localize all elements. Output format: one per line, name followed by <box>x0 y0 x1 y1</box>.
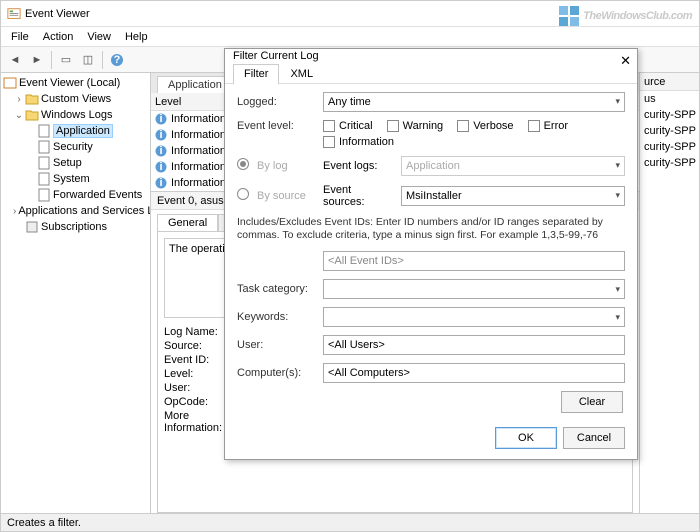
tree-log-setup[interactable]: Setup <box>3 155 148 171</box>
close-icon[interactable]: ✕ <box>620 53 631 69</box>
checkbox-icon <box>323 120 335 132</box>
clear-button[interactable]: Clear <box>561 391 623 413</box>
tab-xml[interactable]: XML <box>279 64 324 83</box>
svg-text:i: i <box>159 145 162 157</box>
chevron-down-icon: ▾ <box>615 160 620 171</box>
info-icon: i <box>155 177 167 189</box>
keywords-combo[interactable]: ▾ <box>323 307 625 327</box>
titlebar: Event Viewer <box>1 1 699 27</box>
info-icon: i <box>155 145 167 157</box>
tree-subscriptions[interactable]: Subscriptions <box>3 219 148 235</box>
collapse-icon[interactable]: ⌄ <box>13 110 25 121</box>
label-task-category: Task category: <box>237 283 317 295</box>
chevron-down-icon: ▾ <box>615 284 620 295</box>
svg-text:i: i <box>159 161 162 173</box>
radio-by-source[interactable] <box>237 188 249 200</box>
label-user: User: <box>237 339 317 351</box>
dialog-titlebar: Filter Current Log ✕ <box>225 49 637 64</box>
event-ids-input[interactable]: <All Event IDs> <box>323 251 625 271</box>
svg-text:i: i <box>159 113 162 125</box>
radio-by-log[interactable] <box>237 158 249 170</box>
menu-action[interactable]: Action <box>37 29 80 45</box>
tree-pane: Event Viewer (Local) ›Custom Views ⌄Wind… <box>1 73 151 513</box>
label-computers: Computer(s): <box>237 367 317 379</box>
app-icon <box>7 7 21 21</box>
actions-item[interactable]: curity-SPP <box>640 107 699 123</box>
back-button[interactable]: ◄ <box>5 50 25 70</box>
event-level-checks: Critical Warning Verbose Error Informati… <box>323 120 625 148</box>
svg-text:i: i <box>159 177 162 189</box>
check-verbose[interactable]: Verbose <box>457 120 513 132</box>
checkbox-icon <box>387 120 399 132</box>
check-error[interactable]: Error <box>528 120 568 132</box>
label-event-logs: Event logs: <box>323 160 395 172</box>
menu-file[interactable]: File <box>5 29 35 45</box>
label-keywords: Keywords: <box>237 311 317 323</box>
tree-windows-logs[interactable]: ⌄Windows Logs <box>3 107 148 123</box>
info-icon: i <box>155 129 167 141</box>
expand-icon[interactable]: › <box>13 94 25 105</box>
chevron-down-icon: ▾ <box>615 312 620 323</box>
actions-item[interactable]: curity-SPP <box>640 155 699 171</box>
tree-custom-views[interactable]: ›Custom Views <box>3 91 148 107</box>
menu-view[interactable]: View <box>81 29 117 45</box>
show-hide-button[interactable]: ▭ <box>56 50 76 70</box>
dialog-title: Filter Current Log <box>233 50 319 62</box>
dialog-tabs: Filter XML <box>225 64 637 84</box>
actions-item[interactable]: us <box>640 91 699 107</box>
dialog-form: Logged: Any time▾ Event level: Critical … <box>225 84 637 421</box>
tree-log-system[interactable]: System <box>3 171 148 187</box>
chevron-down-icon: ▾ <box>615 190 620 201</box>
check-critical[interactable]: Critical <box>323 120 373 132</box>
separator <box>51 51 52 69</box>
ok-button[interactable]: OK <box>495 427 557 449</box>
checkbox-icon <box>323 136 335 148</box>
label-by-log: By log <box>257 160 317 172</box>
label-event-sources: Event sources: <box>323 184 395 208</box>
actions-pane: urce us curity-SPP curity-SPP curity-SPP… <box>639 73 699 513</box>
task-category-combo[interactable]: ▾ <box>323 279 625 299</box>
info-icon: i <box>155 161 167 173</box>
tree-log-forwarded[interactable]: Forwarded Events <box>3 187 148 203</box>
user-input[interactable]: <All Users> <box>323 335 625 355</box>
check-warning[interactable]: Warning <box>387 120 444 132</box>
tree-apps-services[interactable]: ›Applications and Services Lo <box>3 203 148 219</box>
separator <box>102 51 103 69</box>
statusbar: Creates a filter. <box>1 513 699 531</box>
computers-input[interactable]: <All Computers> <box>323 363 625 383</box>
label-logged: Logged: <box>237 96 317 108</box>
actions-item[interactable]: curity-SPP <box>640 123 699 139</box>
filter-dialog: Filter Current Log ✕ Filter XML Logged: … <box>224 48 638 460</box>
label-by-source: By source <box>257 190 317 202</box>
menu-help[interactable]: Help <box>119 29 154 45</box>
actions-header: urce <box>640 73 699 91</box>
dialog-buttons: OK Cancel <box>225 421 637 459</box>
chevron-down-icon: ▾ <box>615 96 620 107</box>
tab-filter[interactable]: Filter <box>233 64 279 84</box>
tab-general[interactable]: General <box>157 214 218 231</box>
content-tab[interactable]: Application <box>157 76 233 93</box>
logged-combo[interactable]: Any time▾ <box>323 92 625 112</box>
expand-icon[interactable]: › <box>13 206 16 217</box>
event-ids-help: Includes/Excludes Event IDs: Enter ID nu… <box>237 216 625 243</box>
event-logs-combo[interactable]: Application▾ <box>401 156 625 176</box>
tree-log-application[interactable]: Application <box>3 123 148 139</box>
svg-text:i: i <box>159 129 162 141</box>
check-information[interactable]: Information <box>323 136 394 148</box>
label-event-level: Event level: <box>237 120 317 132</box>
actions-item[interactable]: curity-SPP <box>640 139 699 155</box>
filter-button[interactable]: ◫ <box>78 50 98 70</box>
checkbox-icon <box>457 120 469 132</box>
window-title: Event Viewer <box>25 8 90 20</box>
info-icon: i <box>155 113 167 125</box>
svg-text:?: ? <box>114 54 121 66</box>
tree-root[interactable]: Event Viewer (Local) <box>3 75 148 91</box>
event-sources-combo[interactable]: MsiInstaller▾ <box>401 186 625 206</box>
menubar: File Action View Help <box>1 27 699 47</box>
cancel-button[interactable]: Cancel <box>563 427 625 449</box>
tree-log-security[interactable]: Security <box>3 139 148 155</box>
checkbox-icon <box>528 120 540 132</box>
forward-button[interactable]: ► <box>27 50 47 70</box>
help-button[interactable]: ? <box>107 50 127 70</box>
